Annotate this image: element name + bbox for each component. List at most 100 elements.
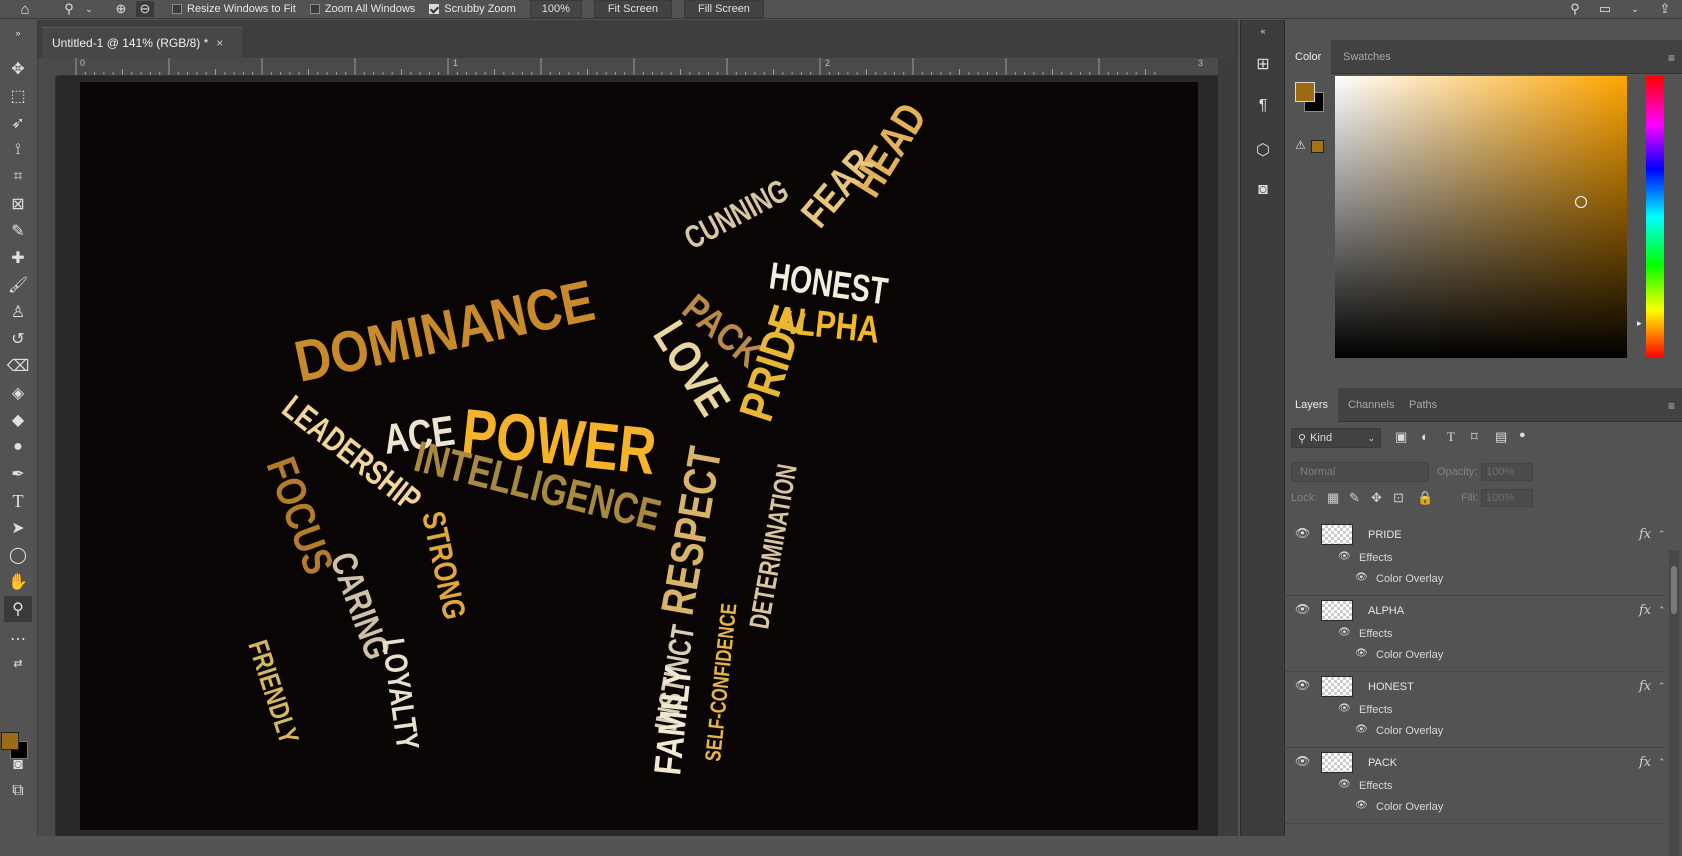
layer-row[interactable]: 👁 HONEST fx ⌃ 👁 Effects 👁 Color Overlay bbox=[1285, 672, 1666, 748]
visibility-eye-icon[interactable]: 👁 bbox=[1355, 800, 1368, 811]
fill-screen-button[interactable]: Fill Screen bbox=[683, 0, 764, 18]
chevron-down-icon[interactable]: ⌄ bbox=[80, 1, 98, 17]
checkbox-icon[interactable] bbox=[309, 4, 320, 14]
fx-icon[interactable]: fx bbox=[1639, 679, 1651, 694]
visibility-eye-icon[interactable]: 👁 bbox=[1295, 602, 1310, 616]
properties-icon[interactable]: ◙ bbox=[1249, 176, 1277, 204]
visibility-eye-icon[interactable]: 👁 bbox=[1295, 526, 1310, 540]
checkbox-checked-icon[interactable] bbox=[429, 4, 440, 14]
tab-channels[interactable]: Channels bbox=[1338, 388, 1404, 422]
paragraph-icon[interactable]: ¶ bbox=[1249, 92, 1277, 120]
zoom-tool-icon[interactable]: ⚲ bbox=[4, 596, 32, 622]
layer-name[interactable]: PACK bbox=[1368, 757, 1397, 769]
lasso-tool-icon[interactable]: ➶ bbox=[4, 110, 32, 136]
quick-selection-tool-icon[interactable]: ⟟ bbox=[4, 137, 32, 163]
gamut-warning-icon[interactable]: ⚠ bbox=[1295, 138, 1306, 152]
marquee-tool-icon[interactable]: ⬚ bbox=[4, 83, 32, 109]
layers-scrollbar-thumb[interactable] bbox=[1671, 566, 1677, 614]
workspace-icon[interactable]: ▭ bbox=[1596, 1, 1614, 17]
screen-mode-icon[interactable]: ⧉ bbox=[4, 778, 32, 804]
layer-name[interactable]: PRIDE bbox=[1368, 529, 1402, 541]
color-picker-field[interactable] bbox=[1335, 76, 1627, 358]
fill-field[interactable]: 100% bbox=[1481, 489, 1533, 507]
quick-mask-icon[interactable]: ◙ bbox=[4, 752, 32, 778]
tab-layers[interactable]: Layers bbox=[1285, 388, 1339, 422]
eraser-tool-icon[interactable]: ⌫ bbox=[4, 353, 32, 379]
panel-menu-icon[interactable]: ≡ bbox=[1668, 399, 1675, 413]
hue-slider[interactable] bbox=[1646, 76, 1664, 358]
scrubby-zoom-checkbox[interactable]: Scrubby Zoom bbox=[429, 3, 516, 15]
horizontal-ruler[interactable]: 0 1 2 3 bbox=[58, 58, 1218, 76]
tab-color[interactable]: Color bbox=[1285, 40, 1332, 74]
hand-tool-icon[interactable]: ✋ bbox=[4, 569, 32, 595]
zoom-all-windows-checkbox[interactable]: Zoom All Windows bbox=[309, 3, 415, 15]
opacity-field[interactable]: 100% bbox=[1481, 463, 1533, 481]
lock-artboard-icon[interactable]: ⊡ bbox=[1393, 490, 1404, 506]
layer-row[interactable]: 👁 PRIDE fx ⌃ 👁 Effects 👁 Color Overlay bbox=[1285, 520, 1666, 596]
brush-tool-icon[interactable]: 🖌 bbox=[4, 272, 32, 298]
fit-screen-button[interactable]: Fit Screen bbox=[593, 0, 672, 18]
chevron-up-icon[interactable]: ⌃ bbox=[1658, 757, 1666, 768]
lock-all-icon[interactable]: 🔒 bbox=[1417, 490, 1433, 506]
home-icon[interactable]: ⌂ bbox=[16, 1, 34, 18]
visibility-eye-icon[interactable]: 👁 bbox=[1355, 648, 1368, 659]
zoom-percent-field[interactable]: 100% bbox=[529, 0, 582, 18]
pen-tool-icon[interactable]: ✒ bbox=[4, 461, 32, 487]
more-tools-icon[interactable]: ⋯ bbox=[4, 626, 32, 652]
fx-icon[interactable]: fx bbox=[1639, 527, 1651, 542]
layer-name[interactable]: HONEST bbox=[1368, 681, 1414, 693]
eyedropper-tool-icon[interactable]: ✎ bbox=[4, 218, 32, 244]
layer-row[interactable]: 👁 PACK fx ⌃ 👁 Effects 👁 Color Overlay bbox=[1285, 748, 1666, 824]
collapse-icon[interactable]: « bbox=[1249, 26, 1277, 36]
close-tab-icon[interactable]: × bbox=[216, 36, 223, 50]
zoom-out-icon[interactable]: ⊖ bbox=[136, 1, 154, 17]
fx-icon[interactable]: fx bbox=[1639, 603, 1651, 618]
crop-tool-icon[interactable]: ⌗ bbox=[4, 164, 32, 190]
panel-menu-icon[interactable]: ≡ bbox=[1668, 51, 1675, 65]
blur-tool-icon[interactable]: ◆ bbox=[4, 407, 32, 433]
3d-icon[interactable]: ⬡ bbox=[1249, 136, 1277, 164]
visibility-eye-icon[interactable]: 👁 bbox=[1295, 754, 1310, 768]
visibility-eye-icon[interactable]: 👁 bbox=[1295, 678, 1310, 692]
lock-transparent-icon[interactable]: ▦ bbox=[1327, 490, 1339, 506]
foreground-color-swatch[interactable] bbox=[1295, 82, 1315, 102]
path-selection-tool-icon[interactable]: ➤ bbox=[4, 515, 32, 541]
share-icon[interactable]: ⇪ bbox=[1656, 1, 1674, 17]
zoom-tool-icon[interactable]: ⚲ bbox=[60, 1, 78, 17]
color-picker-cursor[interactable] bbox=[1575, 196, 1587, 208]
document-canvas[interactable]: HEAD FEAR CUNNING HONEST PACK ALPHA LOVE PRIDE D… bbox=[80, 82, 1198, 830]
visibility-eye-icon[interactable]: 👁 bbox=[1338, 551, 1351, 562]
ellipse-tool-icon[interactable]: ◯ bbox=[4, 542, 32, 568]
visibility-eye-icon[interactable]: 👁 bbox=[1338, 779, 1351, 790]
chevron-up-icon[interactable]: ⌃ bbox=[1658, 529, 1666, 540]
tab-swatches[interactable]: Swatches bbox=[1333, 40, 1401, 74]
history-brush-tool-icon[interactable]: ↺ bbox=[4, 326, 32, 352]
chevron-up-icon[interactable]: ⌃ bbox=[1658, 605, 1666, 616]
zoom-in-icon[interactable]: ⊕ bbox=[112, 1, 130, 17]
visibility-eye-icon[interactable]: 👁 bbox=[1338, 627, 1351, 638]
chevron-down-icon[interactable]: ⌄ bbox=[1626, 1, 1644, 17]
visibility-eye-icon[interactable]: 👁 bbox=[1355, 724, 1368, 735]
resize-windows-checkbox[interactable]: Resize Windows to Fit bbox=[172, 3, 296, 15]
swap-colors-icon[interactable]: ⇄ bbox=[4, 650, 32, 676]
type-tool-icon[interactable]: T bbox=[4, 488, 32, 514]
paint-bucket-tool-icon[interactable]: ◈ bbox=[4, 380, 32, 406]
frame-tool-icon[interactable]: ⊠ bbox=[4, 191, 32, 217]
layer-name[interactable]: ALPHA bbox=[1368, 605, 1404, 617]
dodge-tool-icon[interactable]: ● bbox=[4, 434, 32, 460]
checkbox-icon[interactable] bbox=[172, 4, 182, 14]
collapse-icon[interactable]: » bbox=[4, 28, 32, 38]
layer-row[interactable]: 👁 ALPHA fx ⌃ 👁 Effects 👁 Color Overlay bbox=[1285, 596, 1666, 672]
gamut-color-swatch[interactable] bbox=[1311, 140, 1324, 153]
fx-icon[interactable]: fx bbox=[1639, 755, 1651, 770]
hue-slider-marker-icon[interactable]: ▸ bbox=[1637, 318, 1642, 329]
clone-stamp-tool-icon[interactable]: ♙ bbox=[4, 299, 32, 325]
blend-mode-select[interactable]: Normal bbox=[1291, 462, 1429, 482]
search-icon[interactable]: ⚲ bbox=[1566, 1, 1584, 17]
vertical-ruler[interactable] bbox=[38, 76, 56, 836]
tab-paths[interactable]: Paths bbox=[1399, 388, 1447, 422]
foreground-color-swatch[interactable] bbox=[1, 732, 19, 750]
visibility-eye-icon[interactable]: 👁 bbox=[1355, 572, 1368, 583]
chevron-up-icon[interactable]: ⌃ bbox=[1658, 681, 1666, 692]
healing-brush-tool-icon[interactable]: ✚ bbox=[4, 245, 32, 271]
